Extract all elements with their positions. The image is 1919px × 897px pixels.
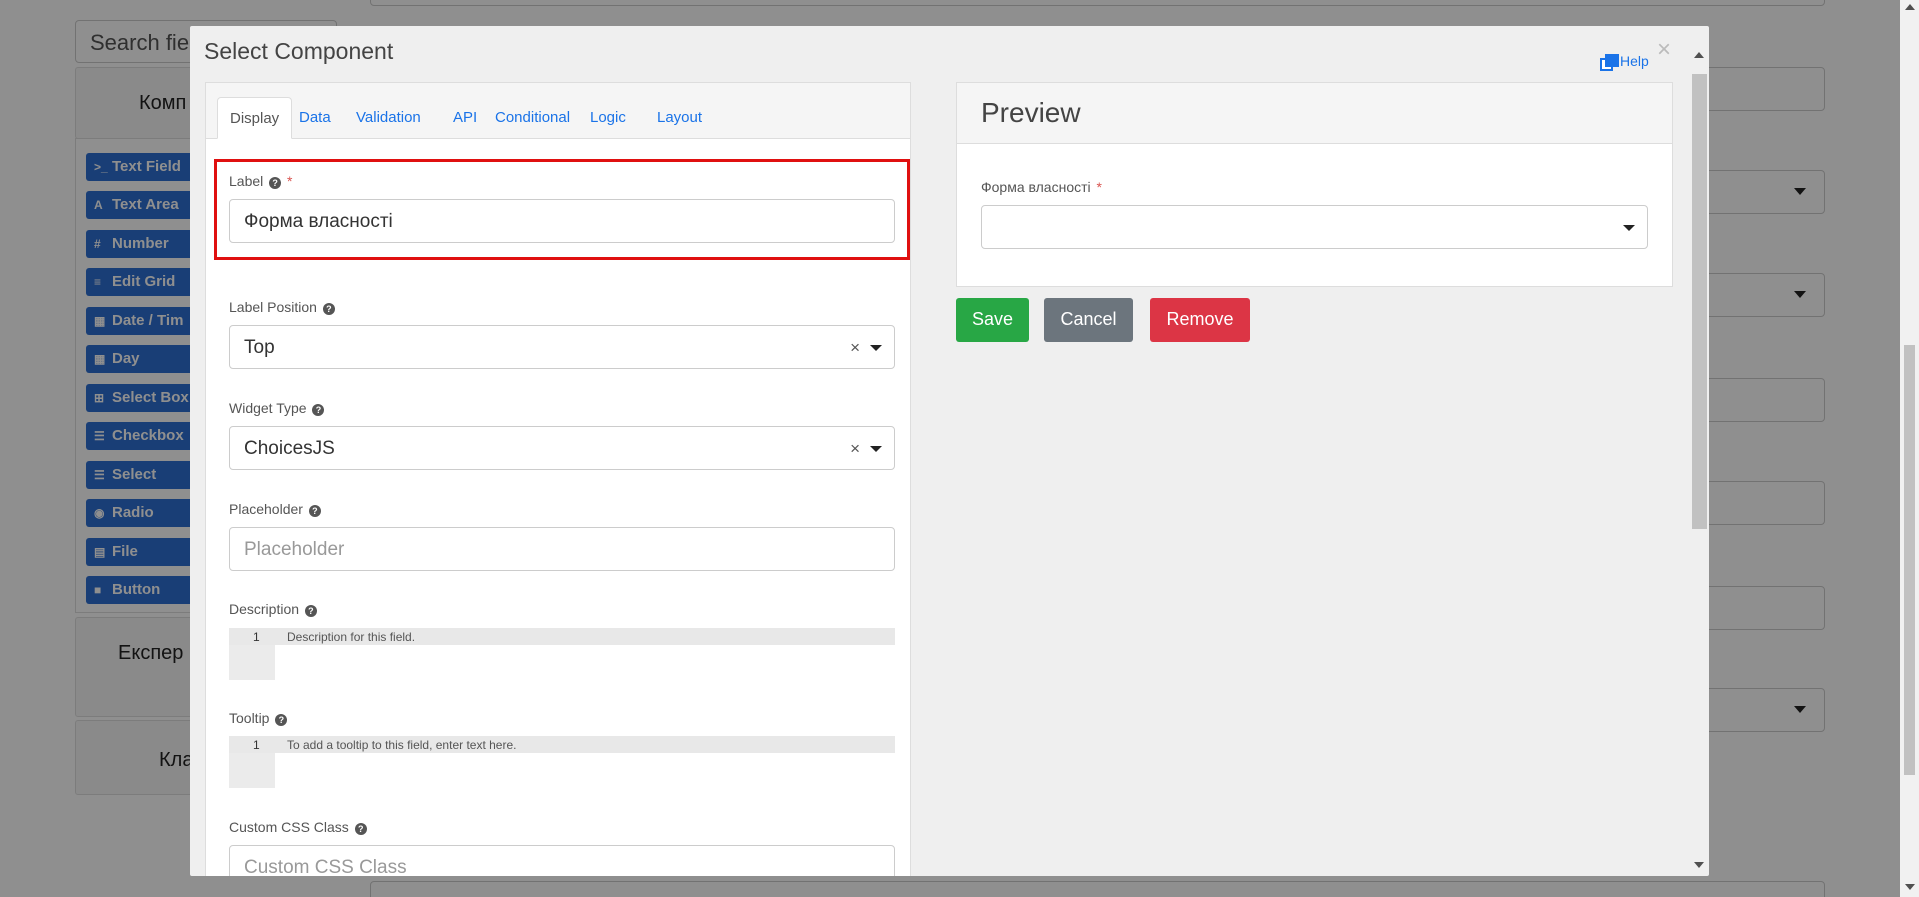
clear-icon[interactable]: ×	[850, 338, 860, 358]
preview-field-label: Форма власності *	[981, 179, 1102, 195]
dialog-title: Select Component	[204, 38, 394, 64]
tab-conditional[interactable]: Conditional	[483, 97, 582, 139]
preview-title: Preview	[981, 97, 1081, 128]
select-component-dialog: Select Component Help × Display Data Val…	[190, 26, 1709, 876]
caret-down-icon[interactable]	[870, 345, 882, 351]
help-link[interactable]: Help	[1600, 53, 1649, 71]
tooltip-field-label: Tooltip ?	[229, 710, 288, 726]
question-circle-icon[interactable]: ?	[308, 505, 321, 517]
label-field-label: Label ? *	[229, 173, 293, 189]
component-settings-card: Display Data Validation API Conditional …	[205, 82, 911, 876]
label-input[interactable]: Форма власності	[229, 199, 895, 243]
tooltip-editor[interactable]: 1 To add a tooltip to this field, enter …	[229, 736, 895, 788]
question-circle-icon[interactable]: ?	[269, 177, 282, 189]
preview-header: Preview	[957, 83, 1672, 144]
preview-card: Preview Форма власності *	[956, 82, 1673, 287]
close-icon[interactable]: ×	[1657, 36, 1671, 64]
description-placeholder: Description for this field.	[287, 630, 416, 644]
settings-tabs: Display Data Validation API Conditional …	[206, 83, 910, 139]
page-scrollbar[interactable]	[1900, 0, 1919, 897]
cancel-button[interactable]: Cancel	[1044, 298, 1133, 342]
tab-display[interactable]: Display	[217, 97, 293, 139]
placeholder-field-label: Placeholder ?	[229, 501, 321, 517]
widget-type-field-label: Widget Type ?	[229, 400, 325, 416]
placeholder-input[interactable]: Placeholder	[229, 527, 895, 571]
description-field-label: Description ?	[229, 601, 317, 617]
question-circle-icon[interactable]: ?	[354, 823, 367, 835]
scroll-up-icon[interactable]	[1694, 52, 1704, 58]
scrollbar-thumb[interactable]	[1692, 74, 1707, 529]
scroll-up-icon[interactable]	[1905, 4, 1915, 10]
save-button[interactable]: Save	[956, 298, 1029, 342]
help-label: Help	[1620, 53, 1649, 69]
clear-icon[interactable]: ×	[850, 439, 860, 459]
widget-type-select[interactable]: ChoicesJS ×	[229, 426, 895, 470]
line-number: 1	[253, 630, 260, 644]
custom-css-field-label: Custom CSS Class ?	[229, 819, 367, 835]
widget-type-value: ChoicesJS	[244, 438, 335, 459]
remove-button[interactable]: Remove	[1150, 298, 1250, 342]
question-circle-icon[interactable]: ?	[275, 714, 288, 726]
tab-logic[interactable]: Logic	[578, 97, 638, 139]
question-circle-icon[interactable]: ?	[312, 404, 325, 416]
preview-select[interactable]	[981, 205, 1648, 249]
caret-down-icon[interactable]	[1623, 225, 1635, 231]
required-mark: *	[287, 173, 293, 189]
label-position-select[interactable]: Top ×	[229, 325, 895, 369]
required-mark: *	[1096, 179, 1102, 195]
tab-validation[interactable]: Validation	[344, 97, 433, 139]
dialog-scrollbar[interactable]	[1689, 46, 1709, 876]
custom-css-input[interactable]: Custom CSS Class	[229, 845, 895, 876]
scrollbar-thumb[interactable]	[1904, 345, 1915, 775]
tab-api[interactable]: API	[441, 97, 489, 139]
line-number: 1	[253, 738, 260, 752]
tooltip-placeholder: To add a tooltip to this field, enter te…	[287, 738, 517, 752]
scroll-down-icon[interactable]	[1905, 884, 1915, 890]
question-circle-icon[interactable]: ?	[304, 605, 317, 617]
tab-layout[interactable]: Layout	[645, 97, 714, 139]
caret-down-icon[interactable]	[870, 446, 882, 452]
external-link-icon	[1600, 54, 1619, 71]
question-circle-icon[interactable]: ?	[322, 303, 335, 315]
scroll-down-icon[interactable]	[1694, 862, 1704, 868]
label-position-value: Top	[244, 337, 275, 358]
description-editor[interactable]: 1 Description for this field.	[229, 628, 895, 680]
label-position-field-label: Label Position ?	[229, 299, 335, 315]
tab-data[interactable]: Data	[287, 97, 343, 139]
